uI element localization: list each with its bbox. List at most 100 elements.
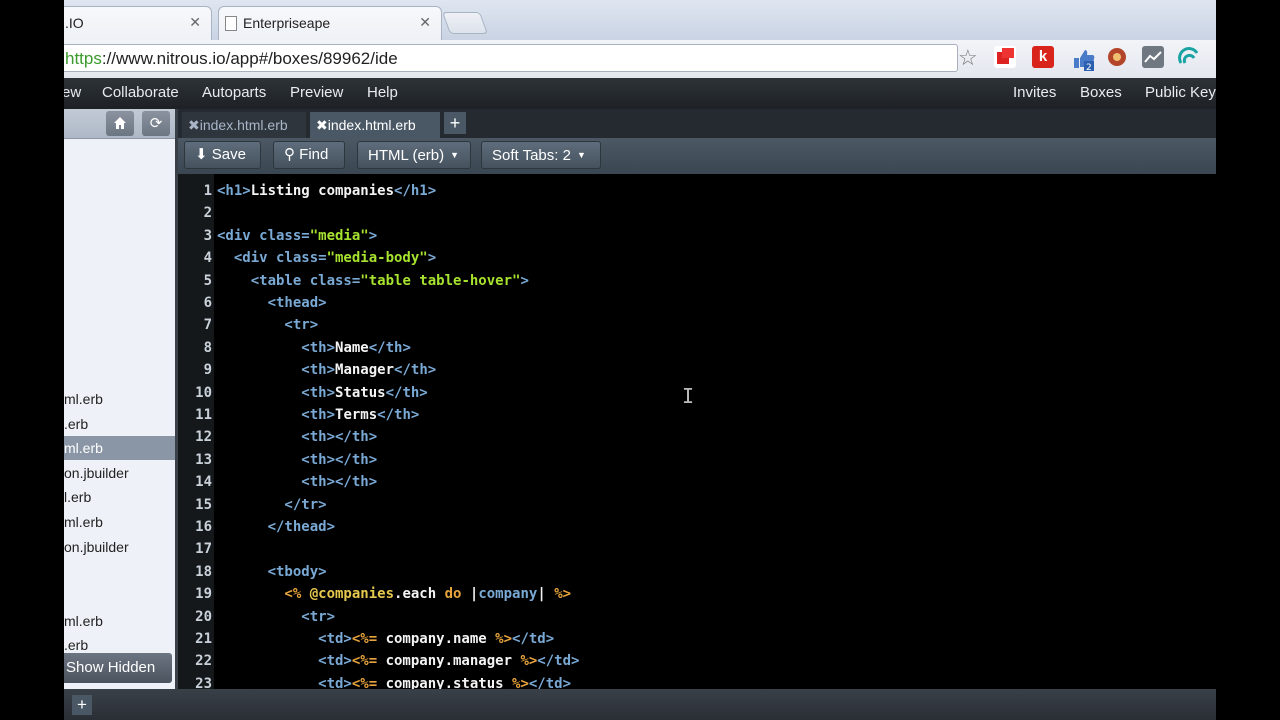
code-editor[interactable]: Ι <h1>Listing companies</h1> <div class="…	[214, 174, 1216, 692]
file-list-item[interactable]: ml.erb	[64, 436, 175, 460]
code-line: <th></th>	[217, 426, 377, 448]
code-line: <th>Manager</th>	[217, 359, 436, 381]
browser-tab-nitrous[interactable]: .IO ✕	[64, 6, 212, 40]
code-token: company.name	[385, 631, 496, 647]
close-icon[interactable]: ✖	[188, 117, 200, 133]
line-number: 2	[203, 205, 212, 222]
file-list-item[interactable]: on.jbuilder	[64, 461, 175, 485]
add-panel-button[interactable]: +	[72, 695, 92, 715]
file-list-item[interactable]: .erb	[64, 412, 175, 436]
chevron-down-icon: ▼	[576, 150, 586, 160]
code-token: <th>	[217, 407, 336, 423]
line-number: 20	[195, 608, 212, 625]
line-number: 21	[195, 631, 212, 647]
home-button[interactable]	[106, 111, 134, 136]
extension-round-icon[interactable]	[1106, 46, 1128, 68]
document-icon	[225, 16, 237, 31]
save-label: Save	[211, 146, 246, 163]
refresh-button[interactable]: ⟳	[142, 111, 170, 136]
code-token: <div class=	[217, 250, 327, 267]
code-line: <tr>	[217, 314, 318, 336]
line-number: 22	[195, 653, 212, 670]
code-token: <thead>	[217, 295, 327, 311]
file-list-item[interactable]: on.jbuilder	[64, 535, 175, 559]
file-list-item[interactable]: l.erb	[64, 485, 175, 509]
address-bar[interactable]: https://www.nitrous.io/app#/boxes/89962/…	[64, 44, 958, 72]
code-token: <td>	[217, 653, 352, 670]
code-line: <th>Name</th>	[217, 337, 411, 359]
file-sidebar: ⟳ ml.erb .erb ml.erb on.jbuilder l.erb ml.erb…	[64, 109, 175, 689]
close-icon[interactable]: ✕	[419, 14, 431, 31]
menu-view[interactable]: ew	[64, 84, 81, 101]
browser-tab-enterpriseape[interactable]: Enterpriseape ✕	[218, 6, 442, 40]
menu-invites[interactable]: Invites	[1013, 84, 1056, 101]
menu-help[interactable]: Help	[367, 84, 398, 101]
close-icon[interactable]: ✖	[316, 117, 328, 133]
code-token: <tr>	[217, 608, 336, 625]
browser-window: .IO ✕ Enterpriseape ✕ https://www.nitrou…	[64, 0, 1216, 720]
code-token: </th>	[377, 407, 420, 423]
extension-chart-icon[interactable]	[1142, 46, 1164, 68]
download-icon: ⬇	[195, 146, 208, 163]
menu-public-key[interactable]: Public Key	[1145, 84, 1216, 101]
code-line: <div class="media-body">	[217, 247, 436, 269]
extension-wave-icon[interactable]	[1178, 46, 1200, 68]
code-token: </th>	[368, 339, 411, 356]
code-token: <%=	[351, 631, 386, 647]
line-number: 14	[195, 474, 212, 491]
code-token: </td>	[512, 631, 555, 647]
code-line: <h1>Listing companies</h1>	[217, 180, 436, 202]
syntax-mode-dropdown[interactable]: HTML (erb) ▼	[357, 141, 471, 169]
code-token: %>	[554, 586, 572, 603]
home-icon	[114, 117, 126, 129]
file-list-item[interactable]: ml.erb	[64, 609, 175, 633]
text-cursor-icon: Ι	[682, 384, 695, 408]
extension-thumbs-up-icon[interactable]: 2	[1070, 46, 1095, 73]
menu-autoparts[interactable]: Autoparts	[202, 84, 266, 101]
find-button[interactable]: ⚲ Find	[273, 141, 345, 169]
save-button[interactable]: ⬇ Save	[184, 141, 261, 169]
soft-tabs-label: Soft Tabs: 2	[492, 147, 571, 164]
close-icon[interactable]: ✕	[189, 14, 201, 31]
svg-text:2: 2	[1086, 63, 1092, 72]
code-token: <th>	[217, 339, 336, 356]
code-token: "table table-hover"	[360, 272, 521, 289]
code-token: <td>	[217, 631, 352, 647]
add-tab-button[interactable]: +	[444, 112, 466, 134]
plus-icon: +	[77, 695, 87, 714]
soft-tabs-dropdown[interactable]: Soft Tabs: 2 ▼	[481, 141, 601, 169]
browser-tab-title: Enterpriseape	[243, 15, 331, 31]
code-token: <th></th>	[217, 451, 378, 468]
code-line: <th>Terms</th>	[217, 404, 419, 426]
code-line: <div class="media">	[217, 225, 377, 247]
code-token: </h1>	[394, 183, 437, 199]
code-token: <%=	[351, 653, 386, 670]
code-line: <td><%= company.name %></td>	[217, 628, 554, 650]
code-token: %>	[520, 653, 538, 670]
new-tab-button[interactable]	[441, 12, 489, 34]
code-token: >	[520, 272, 529, 289]
editor-tab-active[interactable]: ✖index.html.erb	[310, 112, 440, 138]
menu-preview[interactable]: Preview	[290, 84, 343, 101]
line-number-gutter: 1 2 3 4 5 6 7 8 9 10 11 12 13 14 15 16 17 18 19 20 21 22 23	[178, 174, 214, 692]
line-number: 18	[195, 563, 212, 580]
extension-red-icon[interactable]	[994, 46, 1016, 68]
bookmark-star-icon[interactable]: ☆	[958, 45, 978, 71]
code-line: <table class="table table-hover">	[217, 270, 529, 292]
show-hidden-button[interactable]: Show Hidden	[64, 653, 172, 683]
extension-k-icon[interactable]: k	[1032, 46, 1054, 68]
file-list-item[interactable]: ml.erb	[64, 387, 175, 411]
code-token: @companies	[309, 586, 395, 603]
refresh-icon: ⟳	[149, 115, 163, 132]
line-number: 17	[195, 541, 212, 558]
editor-tab-label: index.html.erb	[199, 117, 288, 133]
code-token: </th>	[394, 362, 437, 379]
menu-collaborate[interactable]: Collaborate	[102, 84, 179, 101]
code-token: Terms	[335, 407, 378, 423]
line-number: 4	[203, 250, 212, 267]
menu-boxes[interactable]: Boxes	[1080, 84, 1122, 101]
code-token: %>	[495, 631, 513, 647]
editor-tab[interactable]: ✖index.html.erb	[182, 112, 306, 138]
file-list-item[interactable]: ml.erb	[64, 510, 175, 534]
app-menubar: ew Collaborate Autoparts Preview Help In…	[64, 78, 1216, 109]
